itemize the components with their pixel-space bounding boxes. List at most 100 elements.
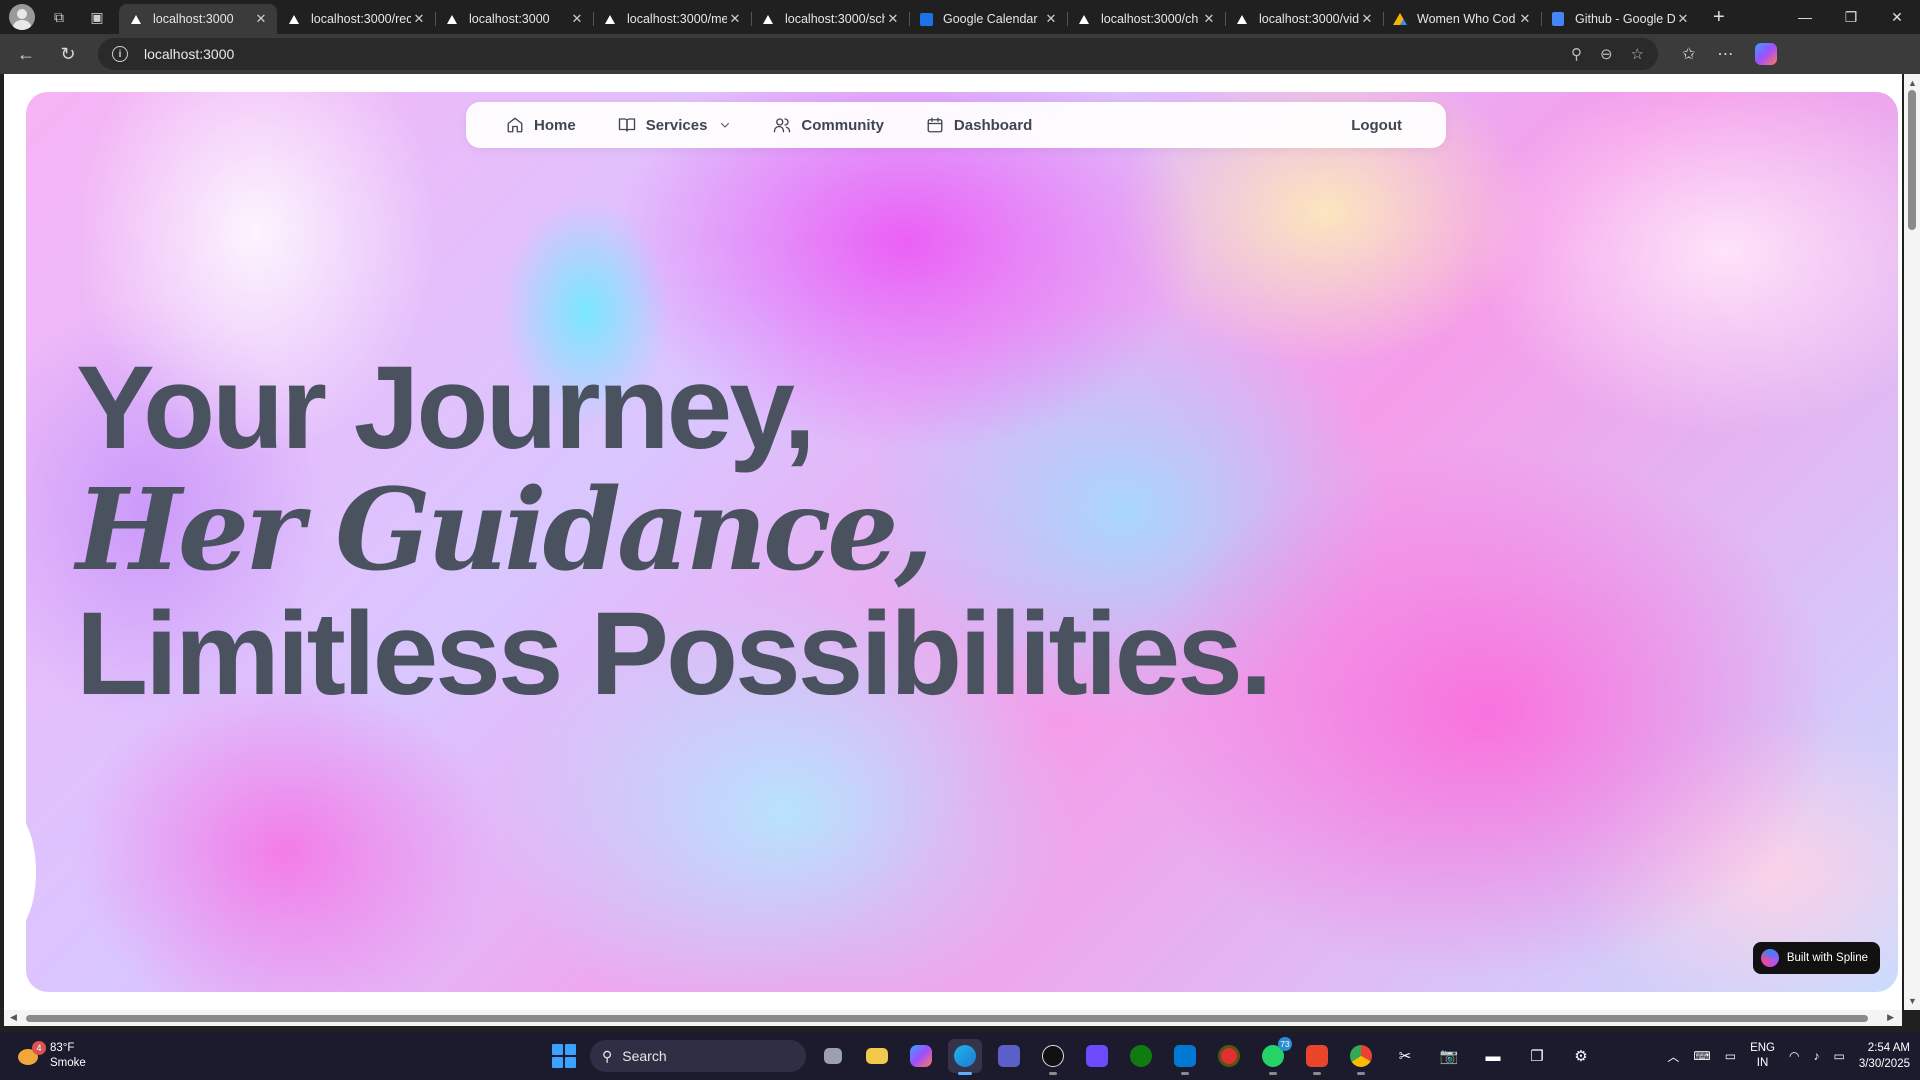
back-icon[interactable]: ← (10, 38, 42, 70)
favorites-icon[interactable]: ✩ (1682, 44, 1695, 64)
main-navbar: Home Services Community Dashboard Logout (466, 102, 1446, 148)
settings-gear-icon[interactable]: ⚙ (1564, 1039, 1598, 1073)
tab-close-icon[interactable]: ✕ (1201, 11, 1217, 27)
tab-close-icon[interactable]: ✕ (1359, 11, 1375, 27)
logout-button[interactable]: Logout (1351, 117, 1402, 134)
vercel-triangle-icon (445, 12, 459, 26)
edge-browser-icon[interactable] (948, 1039, 982, 1075)
vertical-scrollbar[interactable]: ▲ ▼ (1904, 74, 1920, 1010)
weather-widget[interactable]: 4 83°F Smoke (16, 1041, 216, 1071)
chevron-up-icon[interactable]: ︿ (1667, 1048, 1679, 1065)
volume-icon[interactable]: ♪ (1813, 1049, 1819, 1063)
browser-tab[interactable]: localhost:3000/sch ✕ (751, 4, 909, 34)
tab-close-icon[interactable]: ✕ (569, 11, 585, 27)
tab-title: Github - Google D (1575, 12, 1675, 26)
calendar-icon (919, 12, 933, 26)
vscode-icon[interactable] (1168, 1039, 1202, 1075)
vercel-triangle-icon (603, 12, 617, 26)
task-view-icon[interactable] (816, 1039, 850, 1073)
nav-dashboard[interactable]: Dashboard (926, 116, 1032, 134)
wifi-icon[interactable]: ◠ (1789, 1049, 1799, 1063)
nav-community-label: Community (801, 116, 884, 134)
tab-close-icon[interactable]: ✕ (885, 11, 901, 27)
browser-tab[interactable]: Women Who Cod ✕ (1383, 4, 1541, 34)
close-window-icon[interactable]: ✕ (1874, 0, 1920, 34)
decorative-blob (26, 812, 36, 932)
minimize-icon[interactable]: — (1782, 0, 1828, 34)
browser-tab[interactable]: localhost:3000 ✕ (435, 4, 593, 34)
tab-close-icon[interactable]: ✕ (411, 11, 427, 27)
url-text[interactable]: localhost:3000 (144, 46, 1571, 62)
scroll-down-icon[interactable]: ▼ (1908, 996, 1917, 1006)
reader-icon[interactable]: ⊖ (1600, 45, 1613, 63)
scroll-right-icon[interactable]: ▶ (1887, 1012, 1894, 1023)
video-icon[interactable]: ▬ (1476, 1039, 1510, 1073)
browser-tab[interactable]: Github - Google D ✕ (1541, 4, 1699, 34)
browser-toolbar: ← ↻ i localhost:3000 ⚲ ⊖ ☆ ✩ ⋯ (0, 34, 1920, 74)
tab-close-icon[interactable]: ✕ (727, 11, 743, 27)
horizontal-scrollbar[interactable]: ◀ ▶ (4, 1010, 1902, 1026)
nav-home[interactable]: Home (506, 116, 576, 134)
hero-section: Home Services Community Dashboard Logout… (26, 92, 1898, 992)
tab-title: Google Calendar (943, 12, 1038, 26)
clock[interactable]: 2:54 AM 3/30/2025 (1859, 1040, 1910, 1072)
restore-icon[interactable]: ❐ (1828, 0, 1874, 34)
proton-vpn-icon[interactable] (1080, 1039, 1114, 1073)
keyboard-icon[interactable]: ⌨ (1693, 1049, 1710, 1063)
windows-icon[interactable]: ❐ (1520, 1039, 1554, 1073)
browser-tab[interactable]: localhost:3000 ✕ (119, 4, 277, 34)
office-icon[interactable] (1300, 1039, 1334, 1075)
chrome-icon[interactable] (1344, 1039, 1378, 1075)
tab-title: Women Who Cod (1417, 12, 1516, 26)
whatsapp-badge: 73 (1278, 1037, 1292, 1051)
whatsapp-icon[interactable]: 73 (1256, 1037, 1292, 1075)
scroll-left-icon[interactable]: ◀ (10, 1012, 17, 1023)
language-indicator[interactable]: ENG IN (1750, 1041, 1775, 1071)
xbox-icon[interactable] (1124, 1039, 1158, 1073)
tab-close-icon[interactable]: ✕ (1517, 11, 1533, 27)
tab-close-icon[interactable]: ✕ (253, 11, 269, 27)
tab-title: localhost:3000/vid (1259, 12, 1359, 26)
tab-close-icon[interactable]: ✕ (1043, 11, 1059, 27)
built-with-spline-badge[interactable]: Built with Spline (1752, 942, 1880, 974)
refresh-icon[interactable]: ↻ (52, 38, 84, 70)
weather-badge: 4 (32, 1041, 46, 1055)
file-explorer-icon[interactable] (860, 1039, 894, 1073)
screen-recorder-icon[interactable] (1212, 1039, 1246, 1073)
nav-services[interactable]: Services (618, 116, 732, 134)
browser-tab[interactable]: localhost:3000/ch ✕ (1067, 4, 1225, 34)
browser-tab[interactable]: Google Calendar ✕ (909, 4, 1067, 34)
zoom-icon[interactable]: ⚲ (1571, 45, 1582, 63)
copilot-app-icon[interactable] (904, 1039, 938, 1073)
display-icon[interactable]: ▭ (1725, 1049, 1736, 1063)
profile-avatar-icon[interactable] (9, 4, 35, 30)
nav-community[interactable]: Community (773, 116, 884, 134)
windows-start-icon[interactable] (548, 1040, 580, 1072)
site-info-icon[interactable]: i (112, 46, 128, 62)
teams-icon[interactable] (992, 1039, 1026, 1073)
taskbar-search[interactable]: ⚲ Search (590, 1040, 806, 1072)
browser-tab[interactable]: localhost:3000/me ✕ (593, 4, 751, 34)
horizontal-scroll-thumb[interactable] (26, 1015, 1868, 1022)
nav-home-label: Home (534, 116, 576, 134)
address-bar[interactable]: i localhost:3000 ⚲ ⊖ ☆ (98, 38, 1658, 70)
favorite-star-icon[interactable]: ☆ (1631, 45, 1644, 63)
tab-close-icon[interactable]: ✕ (1675, 11, 1691, 27)
copilot-icon[interactable] (1755, 43, 1778, 65)
headline-line-1: Your Journey, (76, 342, 816, 474)
browser-tab[interactable]: localhost:3000/vid ✕ (1225, 4, 1383, 34)
camera-icon[interactable]: 📷 (1432, 1039, 1466, 1073)
tab-actions-icon[interactable]: ▣ (83, 3, 111, 31)
tab-title: localhost:3000/ch (1101, 12, 1199, 26)
chatgpt-icon[interactable] (1036, 1039, 1070, 1075)
battery-icon[interactable]: ▭ (1833, 1049, 1844, 1063)
browser-tab[interactable]: localhost:3000/rec ✕ (277, 4, 435, 34)
workspaces-icon[interactable]: ⧉ (45, 3, 73, 31)
more-menu-icon[interactable]: ⋯ (1717, 44, 1733, 64)
tab-title: localhost:3000 (153, 12, 234, 26)
hero-headline: Your Journey, Her Guidance, Limitless Po… (76, 342, 1273, 715)
vertical-scroll-thumb[interactable] (1908, 90, 1916, 230)
new-tab-button[interactable]: + (1713, 6, 1725, 29)
scroll-up-icon[interactable]: ▲ (1908, 78, 1917, 88)
snipping-tool-icon[interactable]: ✂ (1388, 1039, 1422, 1073)
